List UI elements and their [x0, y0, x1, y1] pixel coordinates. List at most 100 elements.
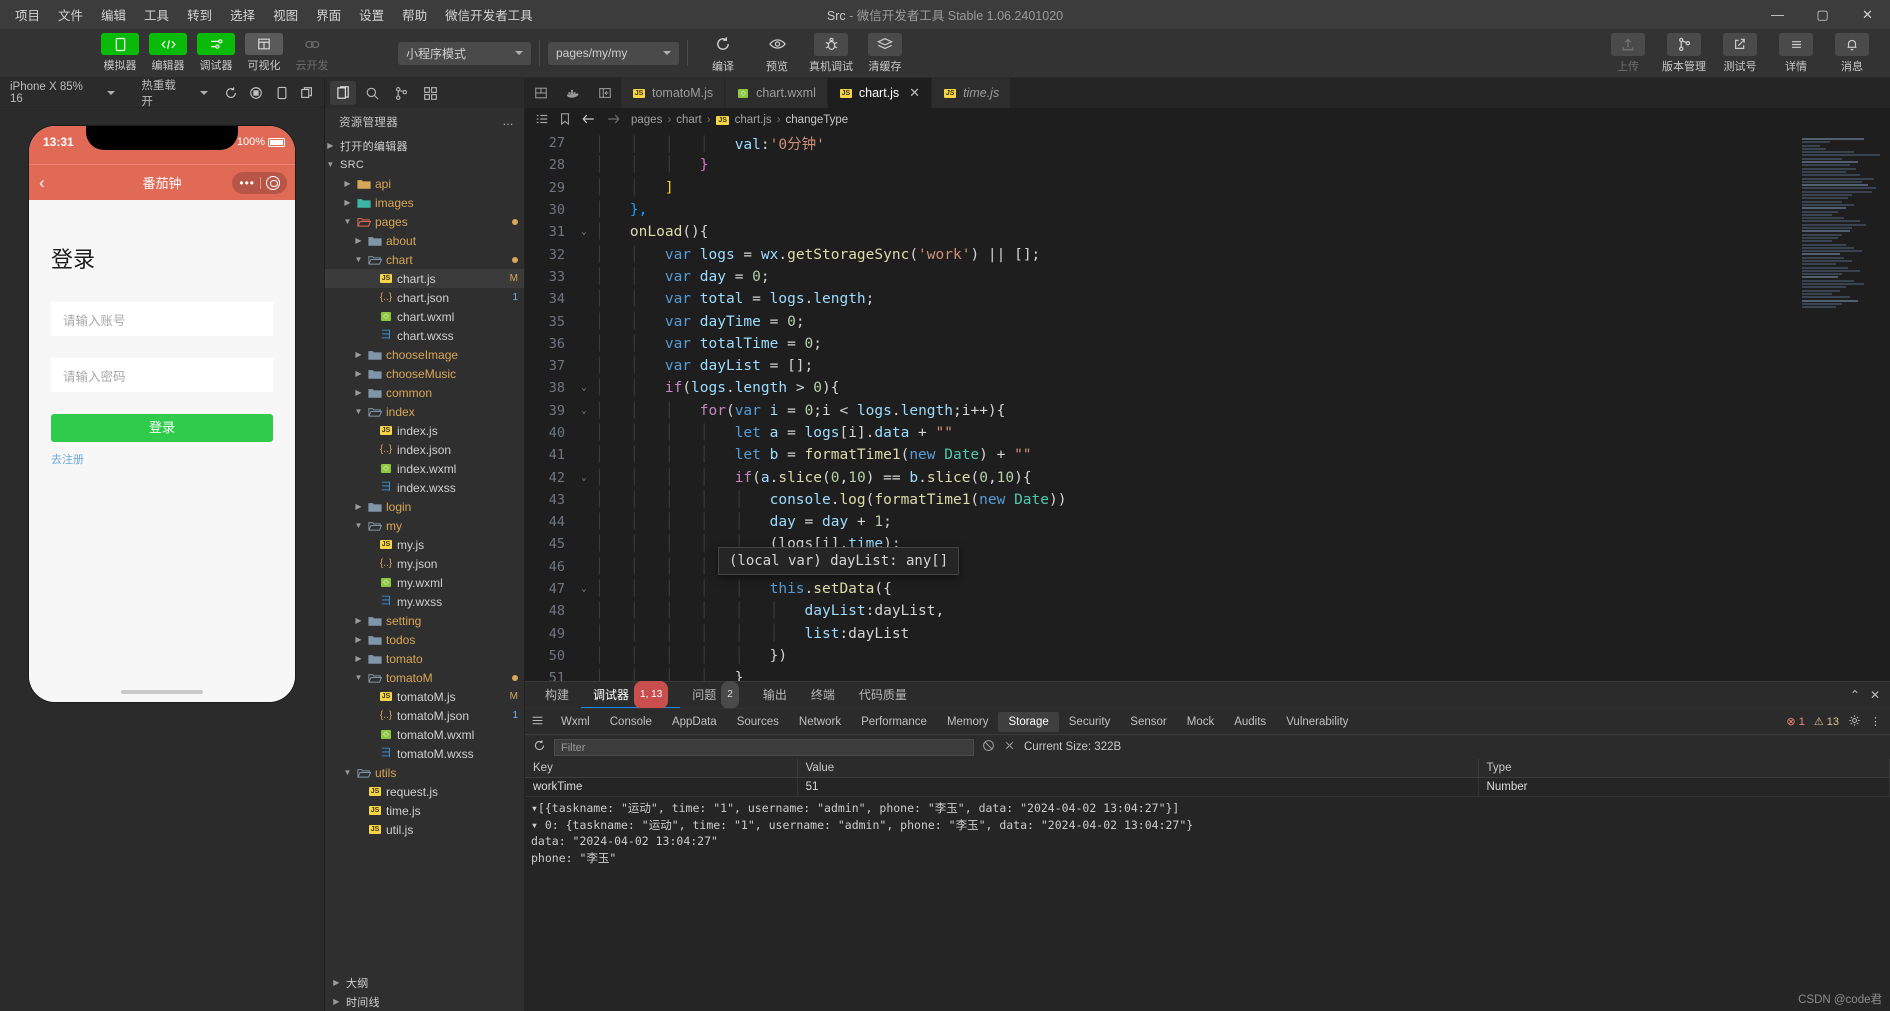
storage-column-Value[interactable]: Value: [798, 759, 1479, 777]
extensions-icon[interactable]: [417, 81, 443, 105]
menu-item-7[interactable]: 界面: [307, 1, 350, 28]
tree-folder[interactable]: ▶ login: [325, 497, 524, 516]
filter-input[interactable]: Filter: [554, 738, 974, 756]
tree-folder[interactable]: ▼ pages: [325, 212, 524, 231]
explorer-section-大纲[interactable]: ▶ 大纲: [325, 973, 524, 992]
split-editor-icon[interactable]: [525, 78, 557, 108]
tree-file[interactable]: ◇ chart.wxml: [325, 307, 524, 326]
tree-file[interactable]: JS time.js: [325, 801, 524, 820]
tree-folder[interactable]: ▶ chooseImage: [325, 345, 524, 364]
code-line[interactable]: 36 │ │ var totalTime = 0;: [525, 333, 1890, 355]
toolbar-button-详情[interactable]: 详情: [1772, 32, 1820, 74]
menu-item-0[interactable]: 项目: [6, 1, 49, 28]
chevron-right-icon[interactable]: ▶: [353, 388, 364, 397]
file-tree[interactable]: ▶ 打开的编辑器 ▼ SRC ▶ api ▶ images ▼ pages ▶ about ▼ chart…: [325, 136, 524, 973]
devtools-tab-Storage[interactable]: Storage: [998, 711, 1059, 732]
object-inspector[interactable]: ▾[{taskname: "运动", time: "1", username: …: [525, 797, 1890, 1011]
editor-tab-time.js[interactable]: JS time.js: [932, 78, 1012, 108]
code-line[interactable]: 34 │ │ var total = logs.length;: [525, 288, 1890, 310]
toolbar-button-版本管理[interactable]: 版本管理: [1660, 32, 1708, 74]
code-line[interactable]: 38 ⌄ │ │ if(logs.length > 0){: [525, 377, 1890, 399]
devtools-menu-icon[interactable]: [531, 714, 544, 730]
tree-folder[interactable]: ▶ images: [325, 193, 524, 212]
login-button[interactable]: 登录: [51, 414, 273, 442]
tree-file[interactable]: 彐 chart.wxss: [325, 326, 524, 345]
tree-folder[interactable]: ▶ todos: [325, 630, 524, 649]
object-line[interactable]: ▾[{taskname: "运动", time: "1", username: …: [531, 800, 1884, 817]
code-line[interactable]: 33 │ │ var day = 0;: [525, 266, 1890, 288]
record-icon[interactable]: [246, 82, 268, 104]
tree-folder[interactable]: ▶ setting: [325, 611, 524, 630]
tree-folder[interactable]: ▶ chooseMusic: [325, 364, 524, 383]
debugger-tab-输出[interactable]: 输出: [751, 682, 799, 708]
tree-folder[interactable]: ▶ about: [325, 231, 524, 250]
toolbar-button-测试号[interactable]: 测试号: [1716, 32, 1764, 74]
tree-folder[interactable]: ▼ tomatoM: [325, 668, 524, 687]
close-circle-icon[interactable]: [266, 175, 280, 190]
tree-file[interactable]: JS util.js: [325, 820, 524, 839]
code-line[interactable]: 41 │ │ │ │ let b = formatTime1(new Date) …: [525, 444, 1890, 466]
tree-file[interactable]: ◇ tomatoM.wxml: [325, 725, 524, 744]
code-line[interactable]: 30 │ },: [525, 199, 1890, 221]
tree-file[interactable]: ◇ my.wxml: [325, 573, 524, 592]
menu-item-3[interactable]: 工具: [135, 1, 178, 28]
code-line[interactable]: 49 │ │ │ │ │ │ list:dayList: [525, 623, 1890, 645]
chevron-left-icon[interactable]: ‹: [39, 173, 45, 193]
menu-item-4[interactable]: 转到: [178, 1, 221, 28]
more-icon[interactable]: ⋮: [1870, 715, 1881, 728]
chevron-down-icon[interactable]: ▼: [342, 217, 353, 226]
devtools-tab-Audits[interactable]: Audits: [1224, 712, 1276, 732]
tree-file[interactable]: 彐 tomatoM.wxss: [325, 744, 524, 763]
devtools-tab-Mock[interactable]: Mock: [1177, 712, 1224, 732]
code-editor[interactable]: 27 │ │ │ │ val:'0分钟' 28 │ │ │ } 29 │ │ ] 30 │ }…: [525, 132, 1890, 681]
tree-file[interactable]: {..} my.json: [325, 554, 524, 573]
menu-item-1[interactable]: 文件: [49, 1, 92, 28]
code-line[interactable]: 51 │ │ │ │ }: [525, 667, 1890, 681]
code-line[interactable]: 29 │ │ ]: [525, 177, 1890, 199]
chevron-down-icon[interactable]: ▼: [353, 673, 364, 682]
toolbar-button-模拟器[interactable]: 模拟器: [100, 33, 140, 73]
storage-row[interactable]: workTime 51 Number: [525, 778, 1890, 797]
chevron-down-icon[interactable]: ▼: [353, 407, 364, 416]
arrow-left-icon[interactable]: [581, 112, 596, 129]
tree-file[interactable]: {..} chart.json 1: [325, 288, 524, 307]
code-line[interactable]: 28 │ │ │ }: [525, 154, 1890, 176]
code-line[interactable]: 31 ⌄ │ onLoad(){: [525, 221, 1890, 243]
breadcrumb-item-1[interactable]: chart: [676, 114, 702, 126]
code-line[interactable]: 32 │ │ var logs = wx.getStorageSync('work…: [525, 243, 1890, 265]
src-section[interactable]: ▼ SRC: [325, 155, 524, 174]
breadcrumb-item-2[interactable]: chart.js: [735, 114, 772, 126]
menu-bar[interactable]: 项目 文件 编辑 工具 转到 选择 视图 界面 设置 帮助 微信开发者工具: [0, 1, 542, 28]
bookmark-icon[interactable]: [559, 112, 571, 129]
editor-tab-tomatoM.js[interactable]: JS tomatoM.js: [621, 78, 726, 108]
chevron-right-icon[interactable]: ▶: [353, 502, 364, 511]
password-field[interactable]: 请输入密码: [51, 358, 273, 392]
debugger-tab-问题[interactable]: 问题 2: [680, 681, 751, 709]
devtools-tab-Wxml[interactable]: Wxml: [551, 712, 600, 732]
menu-item-9[interactable]: 帮助: [393, 1, 436, 28]
chevron-right-icon[interactable]: ▶: [353, 236, 364, 245]
launch-mode-selector[interactable]: 热重载 开: [137, 75, 212, 111]
breadcrumb-item-0[interactable]: pages: [631, 114, 662, 126]
menu-item-6[interactable]: 视图: [264, 1, 307, 28]
object-line[interactable]: ▾ 0: {taskname: "运动", time: "1", usernam…: [531, 817, 1884, 834]
devtools-tab-Vulnerability[interactable]: Vulnerability: [1276, 712, 1358, 732]
devtools-tab-Memory[interactable]: Memory: [937, 712, 999, 732]
toolbar-button-编译[interactable]: 编译: [700, 33, 746, 74]
debugger-tab-构建[interactable]: 构建: [533, 682, 581, 708]
debugger-tab-调试器[interactable]: 调试器 1, 13: [581, 680, 681, 709]
chevron-right-icon[interactable]: ▶: [353, 350, 364, 359]
register-link[interactable]: 去注册: [51, 451, 273, 467]
tree-file[interactable]: 彐 index.wxss: [325, 478, 524, 497]
open-editors-section[interactable]: ▶ 打开的编辑器: [325, 136, 524, 155]
outline-icon[interactable]: [535, 112, 549, 129]
menu-item-5[interactable]: 选择: [221, 1, 264, 28]
code-line[interactable]: 50 │ │ │ │ │ }): [525, 645, 1890, 667]
error-count[interactable]: ⊗ 1: [1786, 715, 1804, 728]
fold-toggle-icon[interactable]: ⌄: [577, 473, 591, 483]
fold-toggle-icon[interactable]: ⌄: [577, 406, 591, 416]
tree-folder[interactable]: ▼ chart: [325, 250, 524, 269]
tree-folder[interactable]: ▼ index: [325, 402, 524, 421]
devtools-tab-AppData[interactable]: AppData: [662, 712, 727, 732]
editor-tab-chart.wxml[interactable]: ◇ chart.wxml: [725, 78, 828, 108]
